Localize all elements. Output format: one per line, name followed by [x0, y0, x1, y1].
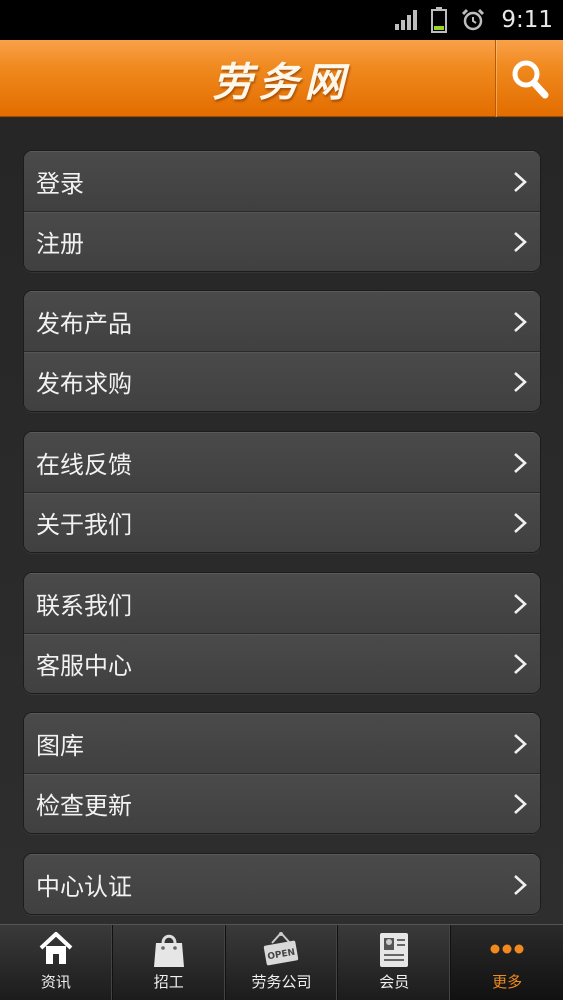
chevron-right-icon	[514, 231, 527, 252]
battery-icon	[431, 7, 448, 33]
menu-item[interactable]: 登录	[24, 151, 540, 211]
search-button[interactable]	[495, 40, 563, 117]
tab-labor-company[interactable]: OPEN 劳务公司	[226, 925, 339, 1000]
chevron-right-icon	[514, 793, 527, 814]
chevron-right-icon	[514, 733, 527, 754]
menu-item-label: 关于我们	[36, 511, 132, 539]
menu-item-label: 登录	[36, 170, 84, 198]
tab-more[interactable]: 更多	[451, 925, 563, 1000]
menu-item-label: 中心认证	[36, 873, 132, 901]
chevron-right-icon	[514, 653, 527, 674]
home-icon	[39, 932, 73, 964]
chevron-right-icon	[514, 512, 527, 533]
menu-item[interactable]: 发布求购	[24, 351, 540, 411]
member-card-icon	[380, 933, 409, 967]
menu-item[interactable]: 检查更新	[24, 773, 540, 833]
menu-item-label: 联系我们	[36, 592, 132, 620]
menu-item[interactable]: 注册	[24, 211, 540, 271]
menu-content: 登录注册发布产品发布求购在线反馈关于我们联系我们客服中心图库检查更新中心认证	[0, 118, 563, 924]
menu-group: 联系我们 客服中心	[23, 572, 541, 694]
menu-group: 在线反馈 关于我们	[23, 431, 541, 553]
more-dots-icon	[490, 944, 524, 954]
chevron-right-icon	[514, 171, 527, 192]
menu-item[interactable]: 客服中心	[24, 633, 540, 693]
bottom-nav: 资讯 招工 OPEN 劳务公司 会员 更多	[0, 924, 563, 1000]
menu-item[interactable]: 联系我们	[24, 573, 540, 633]
menu-item[interactable]: 发布产品	[24, 291, 540, 351]
menu-item-label: 注册	[36, 230, 84, 258]
tab-recruit[interactable]: 招工	[113, 925, 226, 1000]
chevron-right-icon	[514, 452, 527, 473]
status-time: 9:11	[501, 7, 553, 33]
menu-item-label: 发布产品	[36, 310, 132, 338]
status-bar: 9:11	[0, 0, 563, 40]
menu-item[interactable]: 关于我们	[24, 492, 540, 552]
chevron-right-icon	[514, 874, 527, 895]
alarm-icon	[462, 8, 485, 31]
tab-label: 会员	[379, 973, 410, 991]
tab-label: 资讯	[40, 973, 71, 991]
chevron-right-icon	[514, 593, 527, 614]
menu-item-label: 客服中心	[36, 652, 132, 680]
menu-group: 中心认证	[23, 853, 541, 915]
menu-group: 图库 检查更新	[23, 712, 541, 834]
menu-group: 发布产品 发布求购	[23, 290, 541, 412]
search-icon	[512, 60, 548, 98]
tab-news[interactable]: 资讯	[0, 925, 113, 1000]
tab-label: 更多	[492, 973, 523, 991]
menu-item[interactable]: 中心认证	[24, 854, 540, 914]
menu-item[interactable]: 图库	[24, 713, 540, 773]
menu-item[interactable]: 在线反馈	[24, 432, 540, 492]
app-title: 劳务网	[212, 58, 351, 106]
chevron-right-icon	[514, 311, 527, 332]
shopping-bag-icon	[153, 934, 184, 967]
open-sign-icon: OPEN	[264, 932, 299, 966]
tab-label: 招工	[153, 973, 184, 991]
signal-icon	[395, 10, 418, 30]
chevron-right-icon	[514, 371, 527, 392]
menu-group: 登录 注册	[23, 150, 541, 272]
app-header: 劳务网	[0, 40, 563, 117]
menu-item-label: 发布求购	[36, 370, 132, 398]
menu-item-label: 在线反馈	[36, 451, 132, 479]
tab-label: 劳务公司	[251, 973, 312, 991]
tab-member[interactable]: 会员	[338, 925, 452, 1000]
menu-item-label: 检查更新	[36, 792, 132, 820]
menu-item-label: 图库	[36, 732, 84, 760]
